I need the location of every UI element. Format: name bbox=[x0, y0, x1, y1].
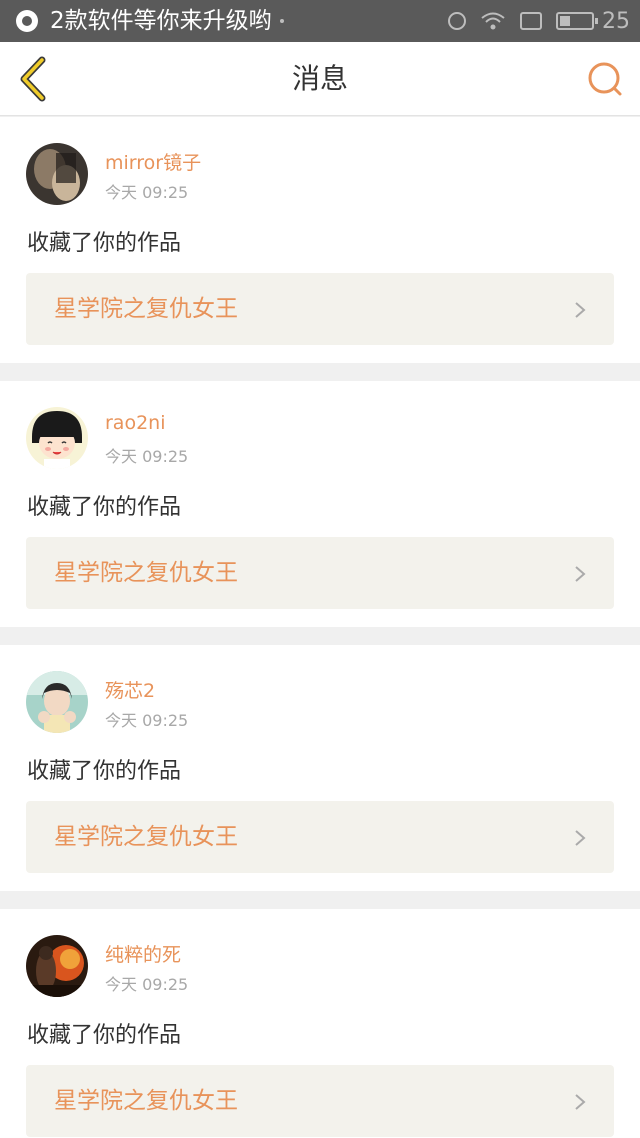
avatar-image bbox=[26, 407, 88, 469]
message-time: 今天 09:25 bbox=[105, 975, 189, 994]
app-notification-icon bbox=[16, 10, 38, 32]
status-dot bbox=[279, 19, 284, 23]
message-text: 收藏了你的作品 bbox=[27, 495, 182, 520]
user-name[interactable]: 纯粹的死 bbox=[105, 940, 181, 967]
work-title: 星学院之复仇女王 bbox=[54, 560, 238, 586]
message-text: 收藏了你的作品 bbox=[27, 1023, 182, 1048]
status-notification-text: 2款软件等你来升级哟 bbox=[50, 8, 272, 34]
message-card: rao2ni 今天 09:25 收藏了你的作品 星学院之复仇女王 bbox=[0, 381, 640, 627]
avatar[interactable] bbox=[26, 143, 88, 205]
avatar[interactable] bbox=[26, 671, 88, 733]
message-card: mirror镜子 今天 09:25 收藏了你的作品 星学院之复仇女王 bbox=[0, 117, 640, 363]
status-bar: 2款软件等你来升级哟 25 bbox=[0, 0, 640, 42]
battery-level: 25 bbox=[602, 8, 630, 34]
work-title: 星学院之复仇女王 bbox=[54, 824, 238, 850]
work-title: 星学院之复仇女王 bbox=[54, 296, 238, 322]
work-link[interactable]: 星学院之复仇女王 bbox=[26, 1065, 614, 1137]
alarm-icon bbox=[448, 12, 466, 30]
chevron-right-icon bbox=[575, 302, 586, 318]
status-icons: 25 bbox=[448, 9, 630, 34]
search-icon bbox=[588, 62, 622, 96]
phone-icon bbox=[520, 12, 542, 30]
work-title: 星学院之复仇女王 bbox=[54, 1088, 238, 1114]
message-card: 殇芯2 今天 09:25 收藏了你的作品 星学院之复仇女王 bbox=[0, 645, 640, 891]
message-time: 今天 09:25 bbox=[105, 711, 189, 730]
work-link[interactable]: 星学院之复仇女王 bbox=[26, 537, 614, 609]
battery-icon bbox=[556, 12, 598, 30]
header: 消息 bbox=[0, 42, 640, 116]
chevron-right-icon bbox=[575, 830, 586, 846]
user-name[interactable]: 殇芯2 bbox=[105, 676, 155, 703]
user-name[interactable]: rao2ni bbox=[105, 412, 166, 434]
message-text: 收藏了你的作品 bbox=[27, 759, 182, 784]
avatar[interactable] bbox=[26, 407, 88, 469]
message-card: 纯粹的死 今天 09:25 收藏了你的作品 星学院之复仇女王 bbox=[0, 909, 640, 1138]
message-time: 今天 09:25 bbox=[105, 447, 189, 466]
avatar[interactable] bbox=[26, 935, 88, 997]
user-name[interactable]: mirror镜子 bbox=[105, 148, 201, 175]
message-text: 收藏了你的作品 bbox=[27, 231, 182, 256]
avatar-image bbox=[26, 671, 88, 733]
wifi-icon bbox=[481, 12, 505, 30]
avatar-image bbox=[26, 935, 88, 997]
work-link[interactable]: 星学院之复仇女王 bbox=[26, 273, 614, 345]
page-title: 消息 bbox=[291, 62, 348, 95]
search-button[interactable] bbox=[586, 60, 624, 98]
avatar-image bbox=[26, 143, 88, 205]
chevron-right-icon bbox=[575, 1094, 586, 1110]
work-link[interactable]: 星学院之复仇女王 bbox=[26, 801, 614, 873]
message-time: 今天 09:25 bbox=[105, 183, 189, 202]
chevron-right-icon bbox=[575, 566, 586, 582]
message-list: mirror镜子 今天 09:25 收藏了你的作品 星学院之复仇女王 rao2n… bbox=[0, 117, 640, 1138]
